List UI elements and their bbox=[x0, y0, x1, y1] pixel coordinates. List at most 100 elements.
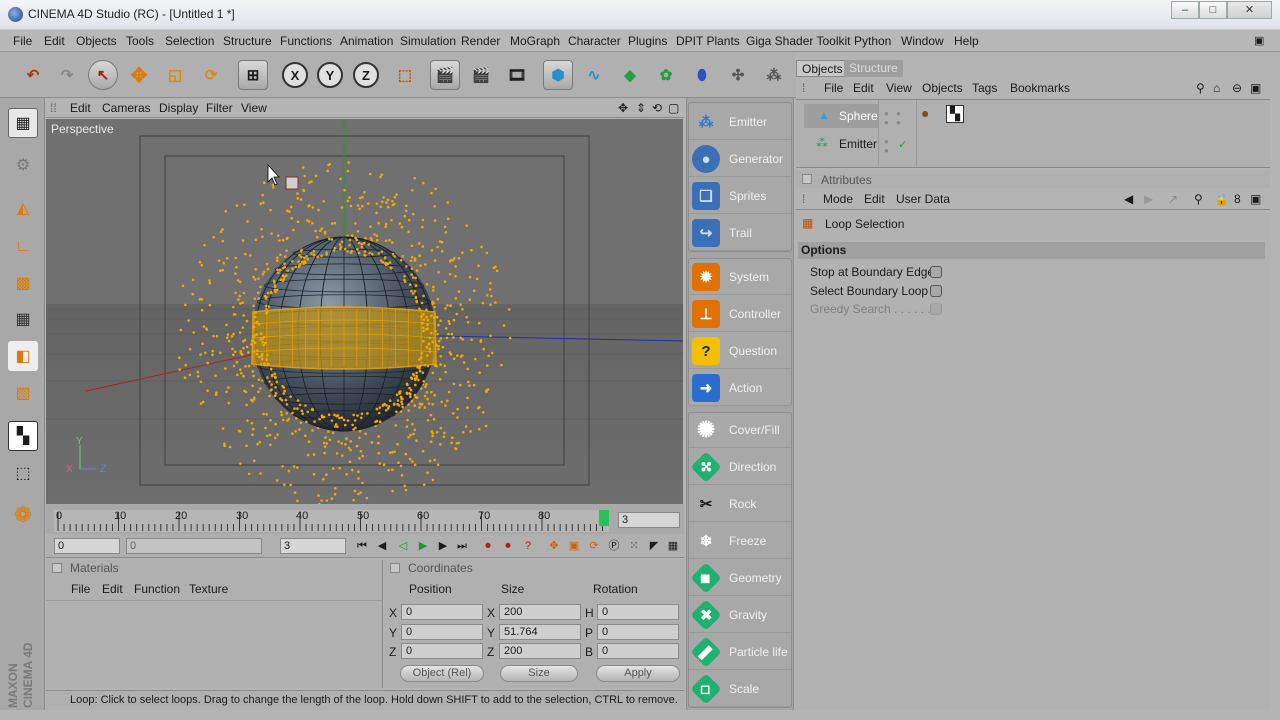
menu-dpit-plants[interactable]: DPIT Plants bbox=[676, 34, 740, 48]
viewport-menu-edit[interactable]: Edit bbox=[70, 101, 91, 115]
sphere-render-icon[interactable]: ● ● bbox=[896, 109, 901, 127]
objects-menu-file[interactable]: File bbox=[824, 81, 843, 95]
use-model-tool-icon[interactable]: ◭ bbox=[8, 193, 38, 223]
make-editable-icon[interactable]: ⚙ bbox=[8, 150, 38, 180]
emitter-enabled-check-icon[interactable]: ✓ bbox=[898, 138, 907, 151]
menu-plugins[interactable]: Plugins bbox=[628, 34, 667, 48]
x-axis-lock-button[interactable]: X bbox=[282, 62, 308, 88]
menu-mograph[interactable]: MoGraph bbox=[510, 34, 560, 48]
close-button[interactable]: ✕ bbox=[1227, 1, 1272, 19]
end-frame-field[interactable]: 3 bbox=[280, 538, 346, 554]
axis-mode-icon[interactable]: ⬚ bbox=[8, 458, 38, 488]
coordinates-panel-toggle[interactable] bbox=[390, 563, 400, 573]
objects-menu-edit[interactable]: Edit bbox=[853, 81, 874, 95]
attributes-menu-edit[interactable]: Edit bbox=[864, 192, 885, 206]
menu-character[interactable]: Character bbox=[568, 34, 621, 48]
goto-end-icon[interactable]: ⏭ bbox=[454, 538, 470, 554]
render-settings-icon[interactable]: 🎞 bbox=[502, 60, 532, 90]
key-position-icon[interactable]: ✥ bbox=[546, 538, 562, 554]
viewport-menu-view[interactable]: View bbox=[241, 101, 267, 115]
interpolation-icon[interactable]: ◤ bbox=[646, 538, 662, 554]
recent-tools-icon[interactable]: ⊞ bbox=[238, 60, 268, 90]
maximize-button[interactable]: □ bbox=[1199, 1, 1227, 19]
greedy-search-checkbox[interactable] bbox=[930, 303, 942, 315]
cube-primitive-icon[interactable]: ⬢ bbox=[543, 60, 573, 90]
menu-animation[interactable]: Animation bbox=[340, 34, 393, 48]
pos-z-field[interactable]: 0 bbox=[401, 643, 483, 659]
autokey-icon[interactable]: ⏺ bbox=[500, 538, 516, 554]
menu-simulation[interactable]: Simulation bbox=[400, 34, 456, 48]
materials-menu-file[interactable]: File bbox=[71, 582, 90, 596]
palette-item-controller[interactable]: ⊥ Controller bbox=[689, 296, 791, 332]
render-view-icon[interactable]: 🎬 bbox=[430, 60, 460, 90]
objects-menu-tags[interactable]: Tags bbox=[972, 81, 997, 95]
size-z-field[interactable]: 200 bbox=[499, 643, 581, 659]
nurbs-icon[interactable]: ◆ bbox=[615, 60, 645, 90]
menu-help[interactable]: Help bbox=[954, 34, 979, 48]
rot-p-field[interactable]: 0 bbox=[597, 624, 679, 640]
object-row-emitter[interactable]: ⁂ Emitter bbox=[804, 132, 878, 156]
z-axis-lock-button[interactable]: Z bbox=[353, 62, 379, 88]
new-window-icon[interactable]: ▣ bbox=[1250, 81, 1261, 95]
timeline-options-icon[interactable]: ▦ bbox=[665, 538, 681, 554]
texture-tag-icon[interactable]: ▚ bbox=[946, 105, 964, 123]
move-icon[interactable]: ✥ bbox=[124, 60, 154, 90]
minimize-button[interactable]: – bbox=[1171, 1, 1199, 19]
scale-icon[interactable]: ◱ bbox=[160, 60, 190, 90]
objects-menu-view[interactable]: View bbox=[886, 81, 912, 95]
sculpt-icon[interactable]: ❁ bbox=[8, 500, 38, 530]
array-icon[interactable]: ✿ bbox=[651, 60, 681, 90]
attributes-new-window-icon[interactable]: ▣ bbox=[1250, 192, 1261, 206]
size-x-field[interactable]: 200 bbox=[499, 604, 581, 620]
use-object-axis-icon[interactable]: ∟ bbox=[8, 232, 38, 262]
menu-file[interactable]: File bbox=[13, 34, 32, 48]
rotate-icon[interactable]: ⟳ bbox=[196, 60, 226, 90]
next-frame-icon[interactable]: ▶ bbox=[435, 538, 451, 554]
coordinate-mode-dropdown[interactable]: Object (Rel) bbox=[400, 665, 484, 682]
palette-item-question[interactable]: ? Question bbox=[689, 333, 791, 369]
start-frame-field[interactable]: 0 bbox=[54, 538, 120, 554]
orbit-icon[interactable]: ⟲ bbox=[652, 101, 662, 115]
tab-objects[interactable]: Objects bbox=[796, 60, 849, 77]
material-tag-icon[interactable]: ● bbox=[921, 105, 929, 121]
use-edges-icon[interactable]: ▦ bbox=[8, 304, 38, 334]
layout-icon[interactable]: ▣ bbox=[1254, 34, 1264, 47]
pos-y-field[interactable]: 0 bbox=[401, 624, 483, 640]
attributes-lock-icon[interactable]: 🔒 bbox=[1214, 192, 1229, 206]
undo-icon[interactable]: ↶ bbox=[18, 60, 48, 90]
render-picture-viewer-icon[interactable]: 🎬 bbox=[466, 60, 496, 90]
size-y-field[interactable]: 51.764 bbox=[499, 624, 581, 640]
rot-h-field[interactable]: 0 bbox=[597, 604, 679, 620]
menu-window[interactable]: Window bbox=[901, 34, 944, 48]
use-points-icon[interactable]: ▩ bbox=[8, 268, 38, 298]
checkerboard-icon[interactable]: ▚ bbox=[8, 421, 38, 451]
key-scale-icon[interactable]: ▣ bbox=[566, 538, 582, 554]
keyframe-selection-icon[interactable]: ? bbox=[520, 538, 536, 554]
menu-render[interactable]: Render bbox=[461, 34, 500, 48]
sphere-visibility-icon[interactable]: ● ● bbox=[884, 109, 889, 127]
deformer-icon[interactable]: ⬮ bbox=[687, 60, 717, 90]
palette-item-sprites[interactable]: ❏ Sprites bbox=[689, 178, 791, 214]
viewport-menu-cameras[interactable]: Cameras bbox=[102, 101, 151, 115]
search-icon[interactable]: ⚲ bbox=[1196, 81, 1205, 95]
palette-item-geometry[interactable]: ◆ Geometry bbox=[689, 560, 791, 596]
objects-menu-bookmarks[interactable]: Bookmarks bbox=[1010, 81, 1070, 95]
frame-range-slider[interactable]: 0 bbox=[126, 538, 262, 554]
palette-item-emitter[interactable]: ⁂ Emitter bbox=[689, 104, 791, 140]
palette-item-direction[interactable]: ✣ Direction bbox=[689, 449, 791, 485]
timeline[interactable]: 0 10 20 30 40 50 60 70 80 3 bbox=[46, 504, 684, 534]
perspective-viewport[interactable]: Y X Z Perspective bbox=[46, 119, 683, 504]
palette-item-particle-life[interactable]: ❚ Particle life bbox=[689, 634, 791, 670]
options-section-header[interactable]: Options bbox=[798, 242, 1265, 259]
goto-start-icon[interactable]: ⏮ bbox=[354, 538, 370, 554]
palette-item-gravity[interactable]: ✚ Gravity bbox=[689, 597, 791, 633]
palette-item-generator[interactable]: ● Generator bbox=[689, 141, 791, 177]
menu-objects[interactable]: Objects bbox=[76, 34, 117, 48]
emitter-visibility-icon[interactable]: ● ● bbox=[884, 137, 889, 155]
attributes-menu-mode[interactable]: Mode bbox=[823, 192, 853, 206]
palette-item-freeze[interactable]: ❄ Freeze bbox=[689, 523, 791, 559]
rot-b-field[interactable]: 0 bbox=[597, 643, 679, 659]
select-boundary-loop-checkbox[interactable] bbox=[930, 285, 942, 297]
play-forward-icon[interactable]: ▶ bbox=[415, 538, 431, 554]
materials-menu-function[interactable]: Function bbox=[134, 582, 180, 596]
